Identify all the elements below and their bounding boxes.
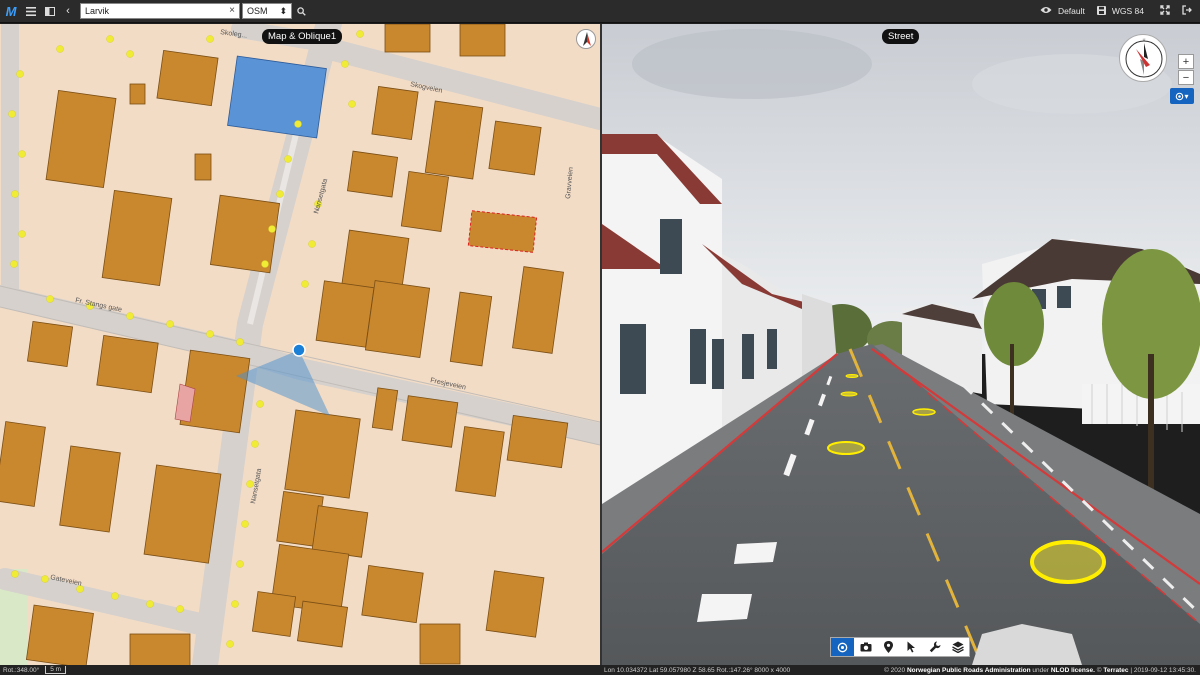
layers-icon[interactable] <box>946 638 969 656</box>
locate-button[interactable]: ▾ <box>1170 88 1194 104</box>
top-bar: M ‹ × OSM ⬍ Default WGS 84 <box>0 0 1200 23</box>
north-arrow-icon[interactable] <box>576 29 596 49</box>
compass-icon[interactable]: ☼ <box>1119 34 1167 82</box>
street-status: Lon 10.034372 Lat 59.057980 Z 58.65 Rot.… <box>600 667 1200 674</box>
save-icon[interactable] <box>1096 5 1106 17</box>
map-rotation: Rot.:348.00° <box>3 666 40 674</box>
attribution: © 2020 Norwegian Public Roads Administra… <box>884 666 1196 674</box>
logout-icon[interactable] <box>1182 5 1192 17</box>
split-view-icon[interactable] <box>40 0 60 23</box>
search-icon[interactable] <box>292 0 310 23</box>
profile-label[interactable]: Default <box>1058 6 1085 16</box>
map-status: Rot.:348.00° 5 m <box>0 666 600 674</box>
pointer-icon[interactable] <box>900 638 923 656</box>
attribution-license[interactable]: NLOD license. <box>1051 667 1095 674</box>
scale-bar: 5 m <box>45 666 67 674</box>
caret-down-icon: ▾ <box>1184 91 1189 101</box>
clear-search-icon[interactable]: × <box>229 5 235 16</box>
street-panel-label: Street <box>882 29 920 44</box>
app-window: M ‹ × OSM ⬍ Default WGS 84 <box>0 0 1200 675</box>
zoom-in-button[interactable]: + <box>1178 54 1194 69</box>
street-image[interactable] <box>602 24 1200 665</box>
menu-icon[interactable] <box>22 0 40 23</box>
fullscreen-icon[interactable] <box>1160 5 1170 17</box>
capture-date: | 2019-09-12 13:45:30. <box>1130 666 1196 674</box>
street-view[interactable]: Street ☼ + − ▾ <box>602 24 1200 665</box>
map-pin-icon[interactable] <box>877 638 900 656</box>
street-toolbar <box>830 637 970 657</box>
status-bar: Rot.:348.00° 5 m Lon 10.034372 Lat 59.05… <box>0 665 1200 675</box>
chevron-left-icon[interactable]: ‹ <box>60 0 76 23</box>
updown-icon: ⬍ <box>279 5 287 16</box>
street-coordinates: Lon 10.034372 Lat 59.057980 Z 58.65 Rot.… <box>604 666 791 674</box>
layer-select[interactable]: OSM ⬍ <box>242 3 292 19</box>
wrench-icon[interactable] <box>923 638 946 656</box>
search-input[interactable] <box>81 4 219 18</box>
search-box: × <box>80 3 240 19</box>
map-view[interactable]: Skoleg... Skogveien Nansetgata Gravveien… <box>0 24 600 665</box>
attribution-company[interactable]: Terratec <box>1103 667 1128 674</box>
svg-text:☼: ☼ <box>1142 37 1147 43</box>
layer-select-value: OSM <box>247 6 268 16</box>
camera-icon[interactable] <box>854 638 877 656</box>
topbar-right: Default WGS 84 <box>1040 5 1200 17</box>
app-logo: M <box>5 3 17 19</box>
map-canvas[interactable]: Skoleg... Skogveien Nansetgata Gravveien… <box>0 24 600 665</box>
zoom-out-button[interactable]: − <box>1178 70 1194 85</box>
eye-icon[interactable] <box>1040 6 1052 16</box>
target-tool-icon[interactable] <box>831 638 854 656</box>
target-icon <box>1176 92 1184 100</box>
crs-label[interactable]: WGS 84 <box>1112 6 1144 16</box>
attribution-org[interactable]: Norwegian Public Roads Administration <box>907 667 1031 674</box>
map-panel-label: Map & Oblique1 <box>262 29 343 44</box>
